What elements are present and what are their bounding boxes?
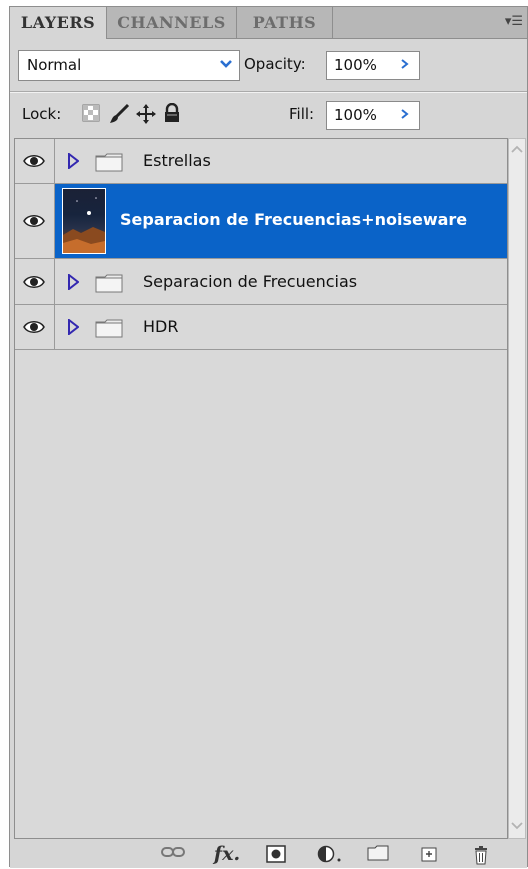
expand-triangle-icon[interactable] [67,274,79,290]
new-group-icon[interactable] [366,845,390,863]
eye-icon [23,155,45,167]
scroll-up-icon[interactable] [509,141,525,159]
trash-icon[interactable] [470,845,492,865]
expand-triangle-icon[interactable] [67,319,79,335]
new-layer-icon[interactable] [418,845,440,863]
layer-name: Separacion de Frecuencias [143,272,358,291]
fill-value: 100% [334,106,377,124]
fill-slider-arrow-icon[interactable] [401,102,409,129]
blend-mode-value: Normal [27,56,82,74]
layers-scrollbar[interactable] [508,138,526,839]
layer-row[interactable]: HDR [15,305,507,350]
lock-paint-icon[interactable] [108,103,130,123]
opacity-input[interactable]: 100% [326,51,420,80]
visibility-toggle[interactable] [15,184,55,258]
fx-icon[interactable]: fx. [210,843,244,865]
lock-label: Lock: [22,105,62,123]
layer-name: Estrellas [143,151,211,170]
layers-toolbar: fx. [10,839,527,868]
panel-menu-icon[interactable]: ▾☰ [503,13,525,31]
visibility-toggle[interactable] [15,305,55,349]
layers-panel: LAYERS CHANNELS PATHS ▾☰ Normal Opacity:… [9,6,528,868]
layer-name: HDR [143,317,179,336]
expand-triangle-icon[interactable] [67,153,79,169]
lock-all-icon[interactable] [162,102,182,123]
adjustment-layer-icon[interactable] [316,845,344,863]
opacity-label: Opacity: [244,55,306,73]
scroll-down-icon[interactable] [509,818,525,836]
chevron-down-icon [217,56,235,74]
blend-mode-select[interactable]: Normal [18,50,240,81]
divider-highlight [10,92,527,93]
eye-icon [23,321,45,333]
tab-layers[interactable]: LAYERS [10,7,107,39]
visibility-toggle[interactable] [15,139,55,183]
tab-paths[interactable]: PATHS [237,7,333,38]
layer-row-selected[interactable]: Separacion de Frecuencias+noiseware [15,184,507,259]
layer-row[interactable]: Estrellas [15,139,507,184]
layer-row[interactable]: Separacion de Frecuencias [15,259,507,305]
fx-text: fx [213,843,234,865]
lock-transparency-icon[interactable] [82,104,102,124]
lock-position-icon[interactable] [135,103,156,124]
layer-thumbnail [62,188,106,254]
folder-icon [95,153,123,172]
link-layers-icon[interactable] [160,845,186,863]
opacity-slider-arrow-icon[interactable] [401,52,409,79]
layers-list: Estrellas Separacion de Frecuencias+nois… [14,138,508,839]
opacity-value: 100% [334,56,377,74]
folder-icon [95,319,123,338]
eye-icon [23,276,45,288]
fill-input[interactable]: 100% [326,101,420,130]
tab-bar: LAYERS CHANNELS PATHS ▾☰ [10,7,527,39]
tab-channels[interactable]: CHANNELS [107,7,237,38]
eye-icon [23,215,45,227]
folder-icon [95,274,123,293]
fill-label: Fill: [289,105,315,123]
visibility-toggle[interactable] [15,259,55,304]
layer-mask-icon[interactable] [265,845,287,863]
layer-name: Separacion de Frecuencias+noiseware [120,210,468,229]
